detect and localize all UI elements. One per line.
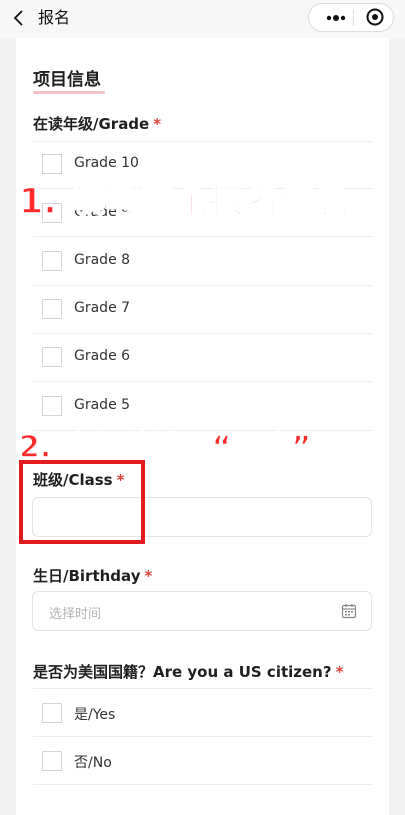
more-icon[interactable] (323, 4, 349, 31)
checkbox[interactable] (42, 751, 62, 771)
citizen-option-no[interactable]: 否/No (42, 751, 372, 773)
birthday-placeholder: 选择时间 (49, 607, 102, 622)
back-icon[interactable] (11, 8, 27, 28)
grade-option[interactable]: Grade 7 (42, 299, 372, 321)
divider (33, 688, 373, 689)
page-title: 报名 (38, 8, 71, 27)
section-title-underline (33, 91, 105, 94)
citizen-label: 是否为美国国籍？Are you a US citizen? * (33, 663, 344, 681)
calendar-icon[interactable] (341, 603, 357, 619)
annotation-step1: 1. 填写其余报名信息 (18, 181, 349, 223)
capsule-divider (353, 10, 354, 26)
nav-bar: 报名 (0, 0, 405, 38)
mini-program-capsule (308, 3, 394, 32)
divider (33, 736, 373, 737)
grade-option[interactable]: Grade 8 (42, 251, 372, 273)
divider (33, 333, 373, 334)
checkbox[interactable] (42, 154, 62, 174)
checkbox[interactable] (42, 396, 62, 416)
close-target-icon[interactable] (366, 8, 384, 26)
checkbox[interactable] (42, 251, 62, 271)
required-mark: * (335, 663, 344, 681)
grade-option[interactable]: Grade 6 (42, 347, 372, 369)
divider (33, 784, 373, 785)
required-mark: * (153, 115, 162, 133)
checkbox[interactable] (42, 299, 62, 319)
section-title: 项目信息 (33, 70, 101, 90)
divider (33, 236, 373, 237)
birthday-label: 生日/Birthday * (33, 567, 153, 585)
grade-option[interactable]: Grade 5 (42, 396, 372, 418)
checkbox[interactable] (42, 703, 62, 723)
citizen-option-yes[interactable]: 是/Yes (42, 703, 372, 725)
required-mark: * (144, 567, 153, 585)
checkbox[interactable] (42, 347, 62, 367)
annotation-highlight-box (19, 460, 145, 544)
divider (33, 381, 373, 382)
divider (33, 141, 373, 142)
grade-label: 在读年级/Grade * (33, 115, 162, 133)
birthday-date-picker[interactable]: 选择时间 (32, 591, 372, 631)
divider (33, 285, 373, 286)
